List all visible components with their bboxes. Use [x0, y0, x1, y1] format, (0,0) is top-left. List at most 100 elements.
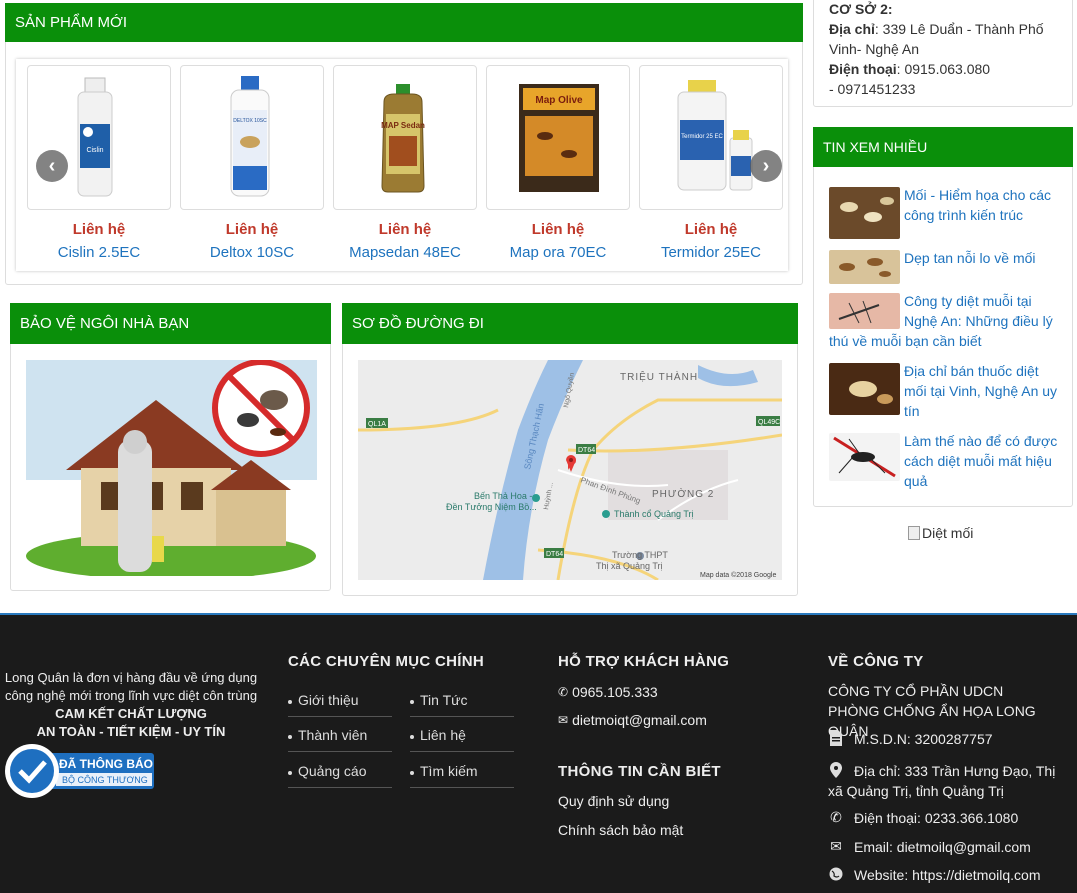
product-image[interactable]: Termidor 25 EC — [639, 65, 783, 210]
product-image[interactable]: Map Olive — [486, 65, 630, 210]
document-icon — [828, 729, 844, 747]
about-line: Long Quân là đơn vị hàng đầu về ứng dụng — [4, 670, 258, 685]
news-thumbnail[interactable] — [829, 433, 900, 481]
categories-title: CÁC CHUYÊN MỤC CHÍNH — [288, 653, 484, 670]
product-name-link[interactable]: Mapsedan 48EC — [333, 244, 477, 261]
support-phone-text: 0965.105.333 — [572, 684, 658, 700]
news-thumbnail[interactable] — [829, 293, 900, 329]
footer-link-gioi-thieu[interactable]: Giới thiệu — [288, 692, 392, 717]
about-text: Long Quân là đơn vị hàng đầu về ứng dụng… — [0, 669, 262, 741]
bullet-icon — [288, 700, 292, 704]
bullet-icon — [288, 771, 292, 775]
footer-link-lien-he[interactable]: Liên hệ — [410, 727, 514, 752]
svg-text:Đền Tưởng Niệm Bồ...: Đền Tưởng Niệm Bồ... — [446, 502, 537, 512]
product-item[interactable]: MAP Sedan Liên hệ Mapsedan 48EC — [333, 65, 477, 261]
product-item[interactable]: Map Olive Liên hệ Map ora 70EC — [486, 65, 630, 261]
product-name-link[interactable]: Termidor 25EC — [639, 244, 783, 261]
banner-image[interactable]: Diệt mối — [908, 525, 973, 541]
news-title-link[interactable]: Địa chỉ bán thuốc diệt mối tại Vinh, Ngh… — [904, 363, 1057, 419]
news-thumbnail[interactable] — [829, 250, 900, 284]
phone-icon: ✆ — [558, 685, 569, 699]
news-title-link[interactable]: Làm thế nào để có được cách diệt muỗi mấ… — [904, 433, 1057, 489]
product-carousel: Cislin Liên hệ Cislin 2.5EC DELTOX 10SC — [16, 59, 788, 271]
email-text: Email: dietmoilq@gmail.com — [854, 839, 1031, 855]
bullet-icon — [410, 700, 414, 704]
carousel-prev-button[interactable]: ‹ — [36, 150, 68, 182]
product-price: Liên hệ — [72, 221, 126, 238]
company-website[interactable]: Website: https://dietmoilq.com — [828, 865, 1040, 885]
bullet-icon — [410, 771, 414, 775]
support-email[interactable]: ✉ dietmoiqt@gmail.com — [558, 710, 707, 730]
svg-text:BỘ CÔNG THƯƠNG: BỘ CÔNG THƯƠNG — [62, 775, 148, 785]
svg-text:DT64: DT64 — [578, 447, 595, 454]
svg-text:Cislin: Cislin — [86, 147, 103, 154]
about-slogan: CAM KẾT CHẤT LƯỢNG — [55, 706, 207, 721]
section-title: SẢN PHẨM MỚI — [5, 3, 803, 42]
svg-text:QL1A: QL1A — [368, 421, 386, 428]
chevron-right-icon: › — [762, 154, 770, 177]
product-name-link[interactable]: Cislin 2.5EC — [27, 244, 171, 261]
svg-text:DELTOX 10SC: DELTOX 10SC — [233, 118, 267, 124]
support-phone[interactable]: ✆ 0965.105.333 — [558, 682, 658, 702]
product-price: Liên hệ — [684, 221, 738, 238]
section-title: SƠ ĐỒ ĐƯỜNG ĐI — [342, 303, 798, 344]
map-marker-icon — [828, 761, 844, 779]
footer-link-tim-kiem[interactable]: Tìm kiếm — [410, 763, 514, 788]
company-email[interactable]: ✉ Email: dietmoilq@gmail.com — [828, 837, 1031, 857]
directions-map-section: SƠ ĐỒ ĐƯỜNG ĐI TRIỆU THÀNH PHƯỜNG 2 Sông… — [342, 303, 798, 596]
svg-text:PHƯỜNG 2: PHƯỜNG 2 — [652, 487, 714, 500]
svg-text:Trường THPT: Trường THPT — [612, 550, 668, 560]
news-thumbnail[interactable] — [829, 363, 900, 415]
carousel-next-button[interactable]: › — [750, 150, 782, 182]
svg-text:DT64: DT64 — [546, 551, 563, 558]
svg-text:Termidor 25 EC: Termidor 25 EC — [681, 134, 723, 140]
support-title: HỖ TRỢ KHÁCH HÀNG — [558, 653, 730, 670]
phone-value-2: - 0971451233 — [829, 81, 916, 97]
news-title-link[interactable]: Dẹp tan nỗi lo về mối — [904, 250, 1036, 266]
svg-text:Thị xã Quảng Trị: Thị xã Quảng Trị — [596, 561, 663, 571]
ministry-notice-badge[interactable]: ĐÃ THÔNG BÁO BỘ CÔNG THƯƠNG — [4, 743, 156, 799]
news-item[interactable]: Dẹp tan nỗi lo về mối — [829, 248, 1059, 284]
bullet-icon — [288, 735, 292, 739]
news-thumbnail[interactable] — [829, 187, 900, 239]
company-address: Địa chỉ: 333 Trần Hưng Đạo, Thị xã Quảng… — [828, 761, 1058, 801]
link-label: Liên hệ — [420, 727, 466, 743]
company-title: VỀ CÔNG TY — [828, 653, 924, 670]
news-item[interactable]: Mối - Hiểm họa cho các công trình kiến t… — [829, 185, 1059, 239]
website-text: Website: https://dietmoilq.com — [854, 867, 1041, 883]
footer-link-thanh-vien[interactable]: Thành viên — [288, 727, 392, 752]
product-item[interactable]: DELTOX 10SC Liên hệ Deltox 10SC — [180, 65, 324, 261]
footer-link-tin-tuc[interactable]: Tin Tức — [410, 692, 514, 717]
footer-link-privacy[interactable]: Chính sách bảo mật — [558, 820, 683, 840]
new-products-section: SẢN PHẨM MỚI Cislin Liên hệ Cislin 2.5EC — [5, 3, 803, 285]
link-label: Thành viên — [298, 727, 368, 743]
info-title: THÔNG TIN CẦN BIẾT — [558, 763, 721, 780]
phone-label: Điện thoại — [829, 61, 897, 77]
footer-link-quang-cao[interactable]: Quảng cáo — [288, 763, 392, 788]
footer-link-terms[interactable]: Quy định sử dụng — [558, 791, 669, 811]
chevron-left-icon: ‹ — [48, 154, 56, 177]
product-price: Liên hệ — [378, 221, 432, 238]
about-line: công nghệ mới trong lĩnh vực diệt côn tr… — [4, 688, 258, 703]
news-item[interactable]: Địa chỉ bán thuốc diệt mối tại Vinh, Ngh… — [829, 361, 1059, 421]
svg-text:ĐÃ THÔNG BÁO: ĐÃ THÔNG BÁO — [59, 756, 153, 771]
pest-control-image[interactable] — [26, 359, 317, 581]
product-image[interactable]: Cislin — [27, 65, 171, 210]
google-map[interactable]: TRIỆU THÀNH PHƯỜNG 2 Sông Thạch Hãn Bến … — [357, 360, 783, 585]
globe-icon — [828, 865, 844, 883]
svg-text:MAP Sedan: MAP Sedan — [381, 121, 425, 130]
news-item[interactable]: Làm thế nào để có được cách diệt muỗi mấ… — [829, 431, 1059, 491]
envelope-icon: ✉ — [558, 713, 569, 727]
news-item[interactable]: Công ty diệt muỗi tại Nghệ An: Những điề… — [829, 291, 1059, 351]
tax-text: M.S.D.N: 3200287757 — [854, 731, 993, 747]
bullet-icon — [410, 735, 414, 739]
svg-text:Map Olive: Map Olive — [535, 95, 583, 106]
product-name-link[interactable]: Map ora 70EC — [486, 244, 630, 261]
product-image[interactable]: DELTOX 10SC — [180, 65, 324, 210]
svg-text:QL49C: QL49C — [758, 419, 780, 426]
news-title-link[interactable]: Mối - Hiểm họa cho các công trình kiến t… — [904, 187, 1051, 223]
company-phone[interactable]: ✆ Điện thoại: 0233.366.1080 — [828, 808, 1018, 828]
svg-text:Bến Thả Hoa -: Bến Thả Hoa - — [474, 491, 532, 501]
product-name-link[interactable]: Deltox 10SC — [180, 244, 324, 261]
product-image[interactable]: MAP Sedan — [333, 65, 477, 210]
